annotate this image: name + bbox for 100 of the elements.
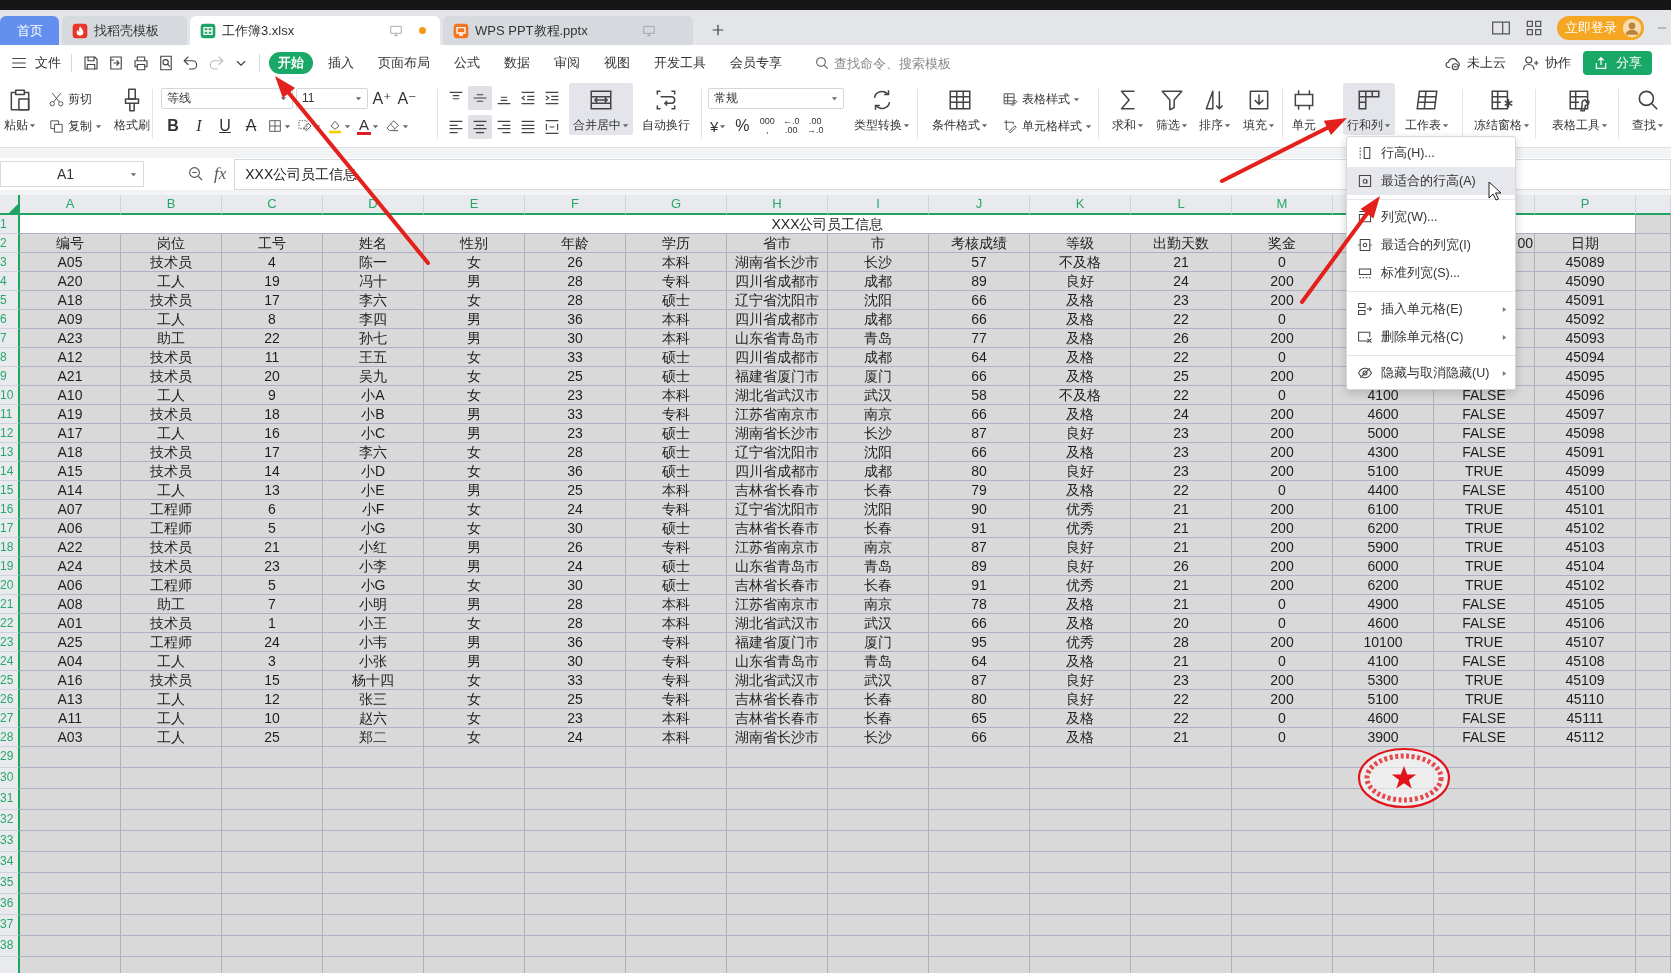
function-label[interactable]: fx [214,164,227,184]
menu-item[interactable]: 删除单元格(C) [1347,323,1515,351]
ribbon-tab[interactable]: 视图 [592,52,642,74]
table-cell: 45102 [1535,576,1636,595]
cells-button[interactable]: 单元 [1289,83,1321,135]
table-cell: 80 [929,690,1030,709]
table-cell: A14 [20,481,121,500]
thousands-separator-button[interactable]: 000 , [756,114,779,138]
cell-style-button[interactable]: 单元格样式 [1000,114,1094,138]
increase-decimal-button[interactable]: ←.0 .00 [780,114,803,138]
currency-button[interactable]: ¥ [708,114,729,138]
plus-icon[interactable] [710,22,726,38]
table-cell: 专科 [626,272,727,291]
ribbon-tab[interactable]: 审阅 [542,52,592,74]
underline-button[interactable]: U [213,114,237,138]
filter-button[interactable]: 筛选 [1151,83,1192,135]
select-all-corner[interactable] [0,195,20,215]
find-button[interactable]: 查找 [1628,83,1668,135]
menu-item[interactable]: 最适合的行高(A) [1347,167,1515,195]
table-cell: 80 [929,462,1030,481]
app-tab[interactable]: 找稻壳模板 [62,16,187,45]
row-number: 36 [0,894,20,915]
strikethrough-button[interactable]: A [239,114,263,138]
menu-item[interactable]: 隐藏与取消隐藏(U) [1347,359,1515,387]
table-cell: 硕士 [626,576,727,595]
table-cell: 33 [525,671,626,690]
table-cell: 及格 [1030,481,1131,500]
wrap-text-button[interactable]: 自动换行 [638,83,694,135]
table-cell [1636,576,1671,595]
ribbon-tab[interactable]: 页面布局 [366,52,442,74]
table-cell: 女 [424,253,525,272]
cut-button[interactable]: 剪切 [46,87,104,111]
zoom-icon[interactable] [187,165,205,183]
app-tab[interactable]: WPS PPT教程.pptx [443,16,693,45]
table-cell: 男 [424,595,525,614]
table-cell: 吉林省长春市 [727,709,828,728]
sum-button[interactable]: 求和 [1108,83,1149,135]
table-cell: 45110 [1535,690,1636,709]
conditional-format-button[interactable]: 条件格式 [928,83,992,135]
table-cell: 杨十四 [323,671,424,690]
table-cell: 24 [222,633,323,652]
format-painter-button[interactable]: 格式刷 [110,83,154,135]
row-number: 4 [0,272,20,291]
table-cell: 工程师 [121,519,222,538]
ribbon-tab[interactable]: 会员专享 [718,52,794,74]
cloud-status-button[interactable]: 未上云 [1440,54,1506,72]
row-number: 2 [0,234,20,253]
type-convert-button[interactable]: 类型转换 [850,83,914,135]
collaborate-button[interactable]: 协作 [1518,54,1571,72]
font-name-field[interactable]: 等线 [161,87,293,109]
avatar-icon [1622,17,1642,38]
rows-columns-button[interactable]: 行和列 [1343,83,1395,135]
ribbon-tab[interactable]: 公式 [442,52,492,74]
number-format-field[interactable]: 常规 [708,87,844,109]
table-cell: 福建省厦门市 [727,367,828,386]
caret-icon [622,121,629,129]
table-style-button[interactable]: 表格样式 [1000,87,1094,111]
print-icon[interactable] [131,54,150,72]
undo-icon[interactable] [181,54,200,72]
table-cell: 南京 [828,595,929,614]
bold-button[interactable]: B [161,114,185,138]
name-box[interactable]: A1 [0,161,144,187]
fill-button[interactable]: 填充 [1238,83,1279,135]
sort-button[interactable]: 排序 [1195,83,1236,135]
table-cell: 200 [1232,519,1333,538]
table-tools-button[interactable]: 表格工具 [1548,83,1612,135]
table-cell: 优秀 [1030,633,1131,652]
column-header[interactable] [1636,195,1671,215]
ribbon-tab[interactable]: 数据 [492,52,542,74]
table-cell: 及格 [1030,709,1131,728]
worksheet-button[interactable]: 工作表 [1401,83,1453,135]
table-cell: 及格 [1030,728,1131,747]
align-center-icon[interactable] [468,115,492,139]
command-search-field[interactable]: 查找命令、搜索模板 [814,55,964,71]
copy-button[interactable]: 复制 [46,114,104,138]
table-cell: 女 [424,519,525,538]
menu-item[interactable]: 插入单元格(E) [1347,295,1515,323]
table-cell: A24 [20,557,121,576]
file-menu-button[interactable]: 文件 [2,50,65,76]
decrease-decimal-button[interactable]: .00 →.0 [804,114,827,138]
ribbon-tab[interactable]: 插入 [316,52,366,74]
table-cell: 工人 [121,690,222,709]
italic-button[interactable]: I [187,114,211,138]
menu-item[interactable]: 标准列宽(S)... [1347,259,1515,287]
table-cell: 本科 [626,253,727,272]
ribbon-tab[interactable]: 开发工具 [642,52,718,74]
merge-center-button[interactable]: 合并居中 [569,83,633,135]
paste-button[interactable]: 粘贴 [0,83,40,135]
save-icon[interactable] [81,54,100,72]
table-brush-icon [1002,90,1019,108]
percent-button[interactable]: % [730,114,755,138]
table-cell [1636,768,1671,789]
freeze-panes-button[interactable]: 冻结窗格 [1470,83,1534,135]
table-cell: TRUE [1434,538,1535,557]
table-cell: 45093 [1535,329,1636,348]
table-cell: 女 [424,386,525,405]
caret-icon [29,121,36,129]
table-cell: 0 [1232,652,1333,671]
table-cell: 6100 [1333,500,1434,519]
app-tab[interactable]: 工作簿3.xlsx [190,16,440,45]
